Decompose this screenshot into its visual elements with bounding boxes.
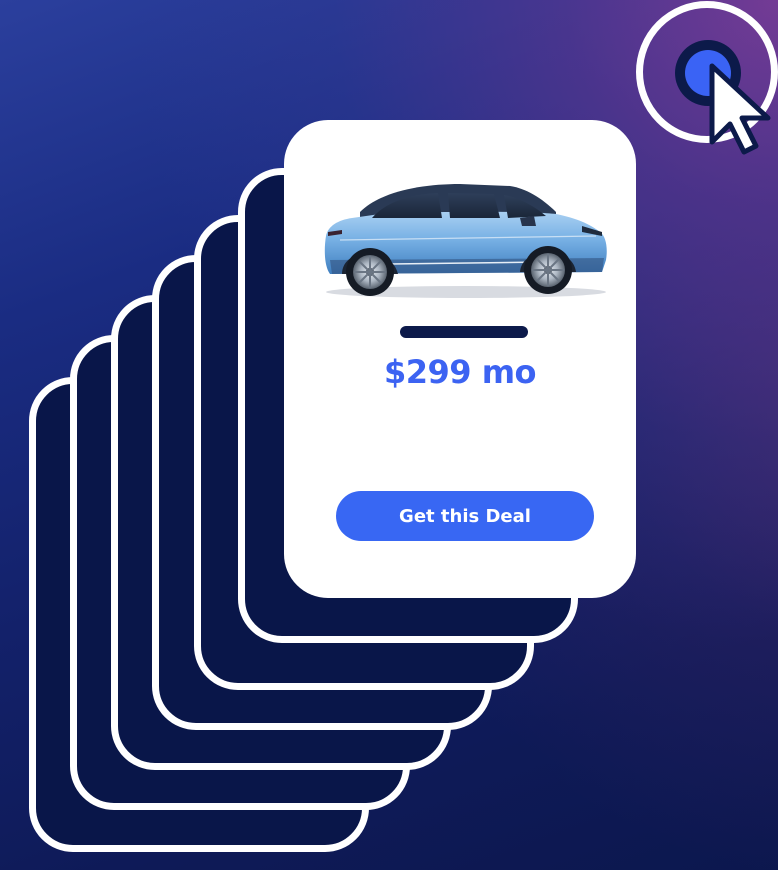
title-placeholder-bar xyxy=(400,326,528,338)
price-label: $299 mo xyxy=(383,353,537,391)
suv-car-image xyxy=(320,174,612,304)
get-deal-button[interactable]: Get this Deal xyxy=(336,491,594,541)
mouse-pointer-icon xyxy=(700,58,778,158)
offer-card: $299 mo Get this Deal xyxy=(284,120,636,598)
